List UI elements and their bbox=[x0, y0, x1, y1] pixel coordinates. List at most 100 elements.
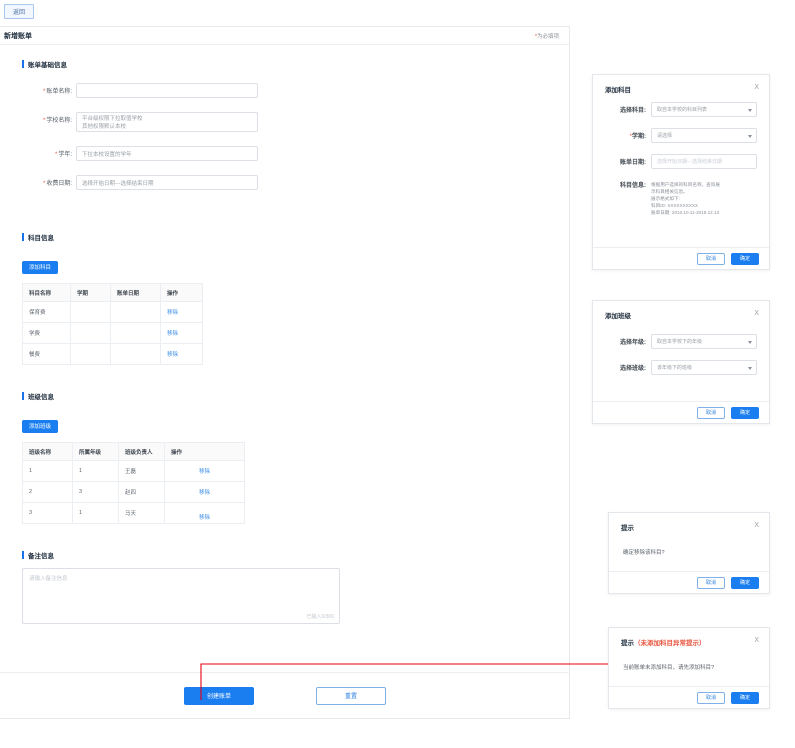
remark-placeholder: 请输入备注信息 bbox=[29, 576, 68, 582]
school-name-hint-line1: 平台级权限下拉取值学校 bbox=[82, 116, 143, 122]
add-subject-button[interactable]: 添加科目 bbox=[22, 260, 59, 274]
class-cell-grade: 1 bbox=[72, 460, 119, 482]
remark-textarea[interactable]: 请输入备注信息 已输入0/300 bbox=[22, 568, 340, 624]
new-bill-card: 新增账单 *为必填项 账单基础信息 *账单名称: *学校名称: 平台级权限下拉取… bbox=[0, 26, 570, 719]
class-col-grade: 所属年级 bbox=[72, 442, 119, 461]
subject-cell-name: 学费 bbox=[22, 322, 71, 344]
dialog-add-subject-title: 添加科目 bbox=[605, 87, 631, 94]
dialog-add-subject: 添加科目 X 选择科目: 取自本学校的科目列表 *学期: 请选择 账单日期: 选… bbox=[592, 74, 770, 270]
table-row: 1 1 王磊 移除 bbox=[22, 460, 245, 482]
label-school-name: *学校名称: bbox=[22, 112, 76, 124]
select-grade-dropdown[interactable]: 取自本学校下的年级 bbox=[651, 334, 757, 349]
label-bill-name-text: 账单名称: bbox=[46, 89, 72, 95]
class-cell-action: 移除 bbox=[164, 460, 245, 482]
section-heading-basic: 账单基础信息 bbox=[22, 59, 551, 69]
class-col-owner: 班级负责人 bbox=[118, 442, 165, 461]
remove-class-link[interactable]: 移除 bbox=[199, 515, 210, 521]
required-marker: * bbox=[42, 89, 46, 95]
remove-subject-link[interactable]: 移除 bbox=[167, 310, 178, 316]
dialog-row-term: *学期: 请选择 bbox=[605, 128, 757, 143]
confirm-button[interactable]: 确定 bbox=[731, 576, 759, 589]
dialog-add-subject-body: 选择科目: 取自本学校的科目列表 *学期: 请选择 账单日期: 选择开始日期--… bbox=[593, 100, 769, 227]
page-title: 新增账单 bbox=[4, 32, 32, 40]
dialog-no-subject-title: 提示（未添加科目异常提示） bbox=[621, 637, 706, 647]
remove-class-link[interactable]: 移除 bbox=[199, 490, 210, 496]
reset-button[interactable]: 重置 bbox=[316, 686, 386, 705]
chevron-down-icon bbox=[748, 340, 752, 344]
select-subject-dropdown[interactable]: 取自本学校的科目列表 bbox=[651, 102, 757, 117]
label-term-text: 学期: bbox=[632, 134, 646, 140]
bill-date-range-input[interactable]: 选择开始日期---选择结束日期 bbox=[651, 154, 757, 169]
add-class-button[interactable]: 添加班级 bbox=[22, 419, 59, 433]
section-accent-bar bbox=[22, 551, 24, 559]
class-cell-owner: 赵四 bbox=[118, 481, 165, 503]
school-name-hint: 平台级权限下拉取值学校 其他权限默认本校 bbox=[82, 116, 143, 132]
dialog-add-class-title: 添加班级 bbox=[605, 313, 631, 320]
class-cell-grade: 1 bbox=[72, 502, 119, 524]
field-term: 请选择 bbox=[651, 128, 757, 143]
cancel-button[interactable]: 取消 bbox=[697, 406, 725, 419]
cancel-button[interactable]: 取消 bbox=[697, 576, 725, 589]
cancel-button[interactable]: 取消 bbox=[697, 252, 725, 265]
subject-cell-bill-date bbox=[110, 301, 161, 323]
field-school-year: 下拉本校设置的学年 bbox=[76, 146, 258, 161]
label-charge-date-text: 收费日期: bbox=[46, 181, 72, 187]
page-root: 返回 新增账单 *为必填项 账单基础信息 *账单名称: *学校名称: 平台级权限… bbox=[0, 0, 795, 748]
section-accent-bar bbox=[22, 233, 24, 241]
subject-cell-term bbox=[70, 343, 111, 365]
class-cell-name: 2 bbox=[22, 481, 73, 503]
select-class-dropdown[interactable]: 该年级下的班级 bbox=[651, 360, 757, 375]
confirm-button[interactable]: 确定 bbox=[731, 691, 759, 704]
table-row: 餐费 移除 bbox=[22, 343, 203, 365]
subject-cell-bill-date bbox=[110, 343, 161, 365]
confirm-button[interactable]: 确定 bbox=[731, 252, 759, 265]
field-select-grade: 取自本学校下的年级 bbox=[651, 334, 757, 349]
class-table-header-row: 班级名称 所属年级 班级负责人 操作 bbox=[22, 442, 245, 461]
select-grade-value: 取自本学校下的年级 bbox=[657, 339, 703, 345]
section-accent-bar bbox=[22, 392, 24, 400]
section-heading-class: 班级信息 bbox=[22, 391, 551, 401]
table-row: 学费 移除 bbox=[22, 322, 203, 344]
class-col-name: 班级名称 bbox=[22, 442, 73, 461]
back-button[interactable]: 返回 bbox=[4, 4, 34, 19]
dialog-add-class-body: 选择年级: 取自本学校下的年级 选择班级: 该年级下的班级 bbox=[593, 326, 769, 385]
subject-cell-name: 餐费 bbox=[22, 343, 71, 365]
term-dropdown[interactable]: 请选择 bbox=[651, 128, 757, 143]
school-name-input[interactable]: 平台级权限下拉取值学校 其他权限默认本校 bbox=[76, 112, 258, 132]
charge-date-range-input[interactable]: 选择开始日期---选择结束日期 bbox=[76, 175, 258, 190]
field-select-subject: 取自本学校的科目列表 bbox=[651, 102, 757, 117]
cancel-button[interactable]: 取消 bbox=[697, 691, 725, 704]
remove-subject-link[interactable]: 移除 bbox=[167, 331, 178, 337]
create-bill-button[interactable]: 创建账单 bbox=[184, 686, 254, 705]
term-value: 请选择 bbox=[657, 133, 673, 139]
section-title-class: 班级信息 bbox=[28, 394, 54, 401]
remove-subject-link[interactable]: 移除 bbox=[167, 352, 178, 358]
dialog-confirm-remove: 提示 X 确定移除该科目? 取消 确定 bbox=[608, 512, 770, 594]
form-row-bill-name: *账单名称: bbox=[22, 83, 551, 98]
dialog-add-class-footer: 取消 确定 bbox=[593, 401, 769, 423]
label-select-grade: 选择年级: bbox=[620, 340, 646, 346]
remove-class-link[interactable]: 移除 bbox=[199, 469, 210, 475]
section-accent-bar bbox=[22, 60, 24, 68]
chevron-down-icon bbox=[748, 366, 752, 370]
confirm-button[interactable]: 确定 bbox=[731, 406, 759, 419]
dialog-add-subject-header: 添加科目 X bbox=[593, 75, 769, 100]
subject-cell-action: 移除 bbox=[160, 301, 203, 323]
close-icon[interactable]: X bbox=[754, 84, 759, 91]
school-year-select[interactable]: 下拉本校设置的学年 bbox=[76, 146, 258, 161]
subject-cell-term bbox=[70, 301, 111, 323]
close-icon[interactable]: X bbox=[754, 637, 759, 644]
school-name-hint-line2: 其他权限默认本校 bbox=[82, 123, 127, 130]
required-marker: * bbox=[42, 118, 46, 124]
bill-name-input[interactable] bbox=[76, 83, 258, 98]
close-icon[interactable]: X bbox=[754, 310, 759, 317]
subject-info-line-4: 科目ID: XXXXXXXXXX bbox=[651, 203, 698, 209]
required-hint-text: 为必填项 bbox=[536, 33, 559, 40]
close-icon[interactable]: X bbox=[754, 522, 759, 529]
required-marker: * bbox=[42, 181, 46, 187]
class-cell-name: 1 bbox=[22, 460, 73, 482]
label-school-year-text: 学年: bbox=[58, 152, 72, 158]
subject-cell-bill-date bbox=[110, 322, 161, 344]
label-school-year: *学年: bbox=[22, 146, 76, 158]
